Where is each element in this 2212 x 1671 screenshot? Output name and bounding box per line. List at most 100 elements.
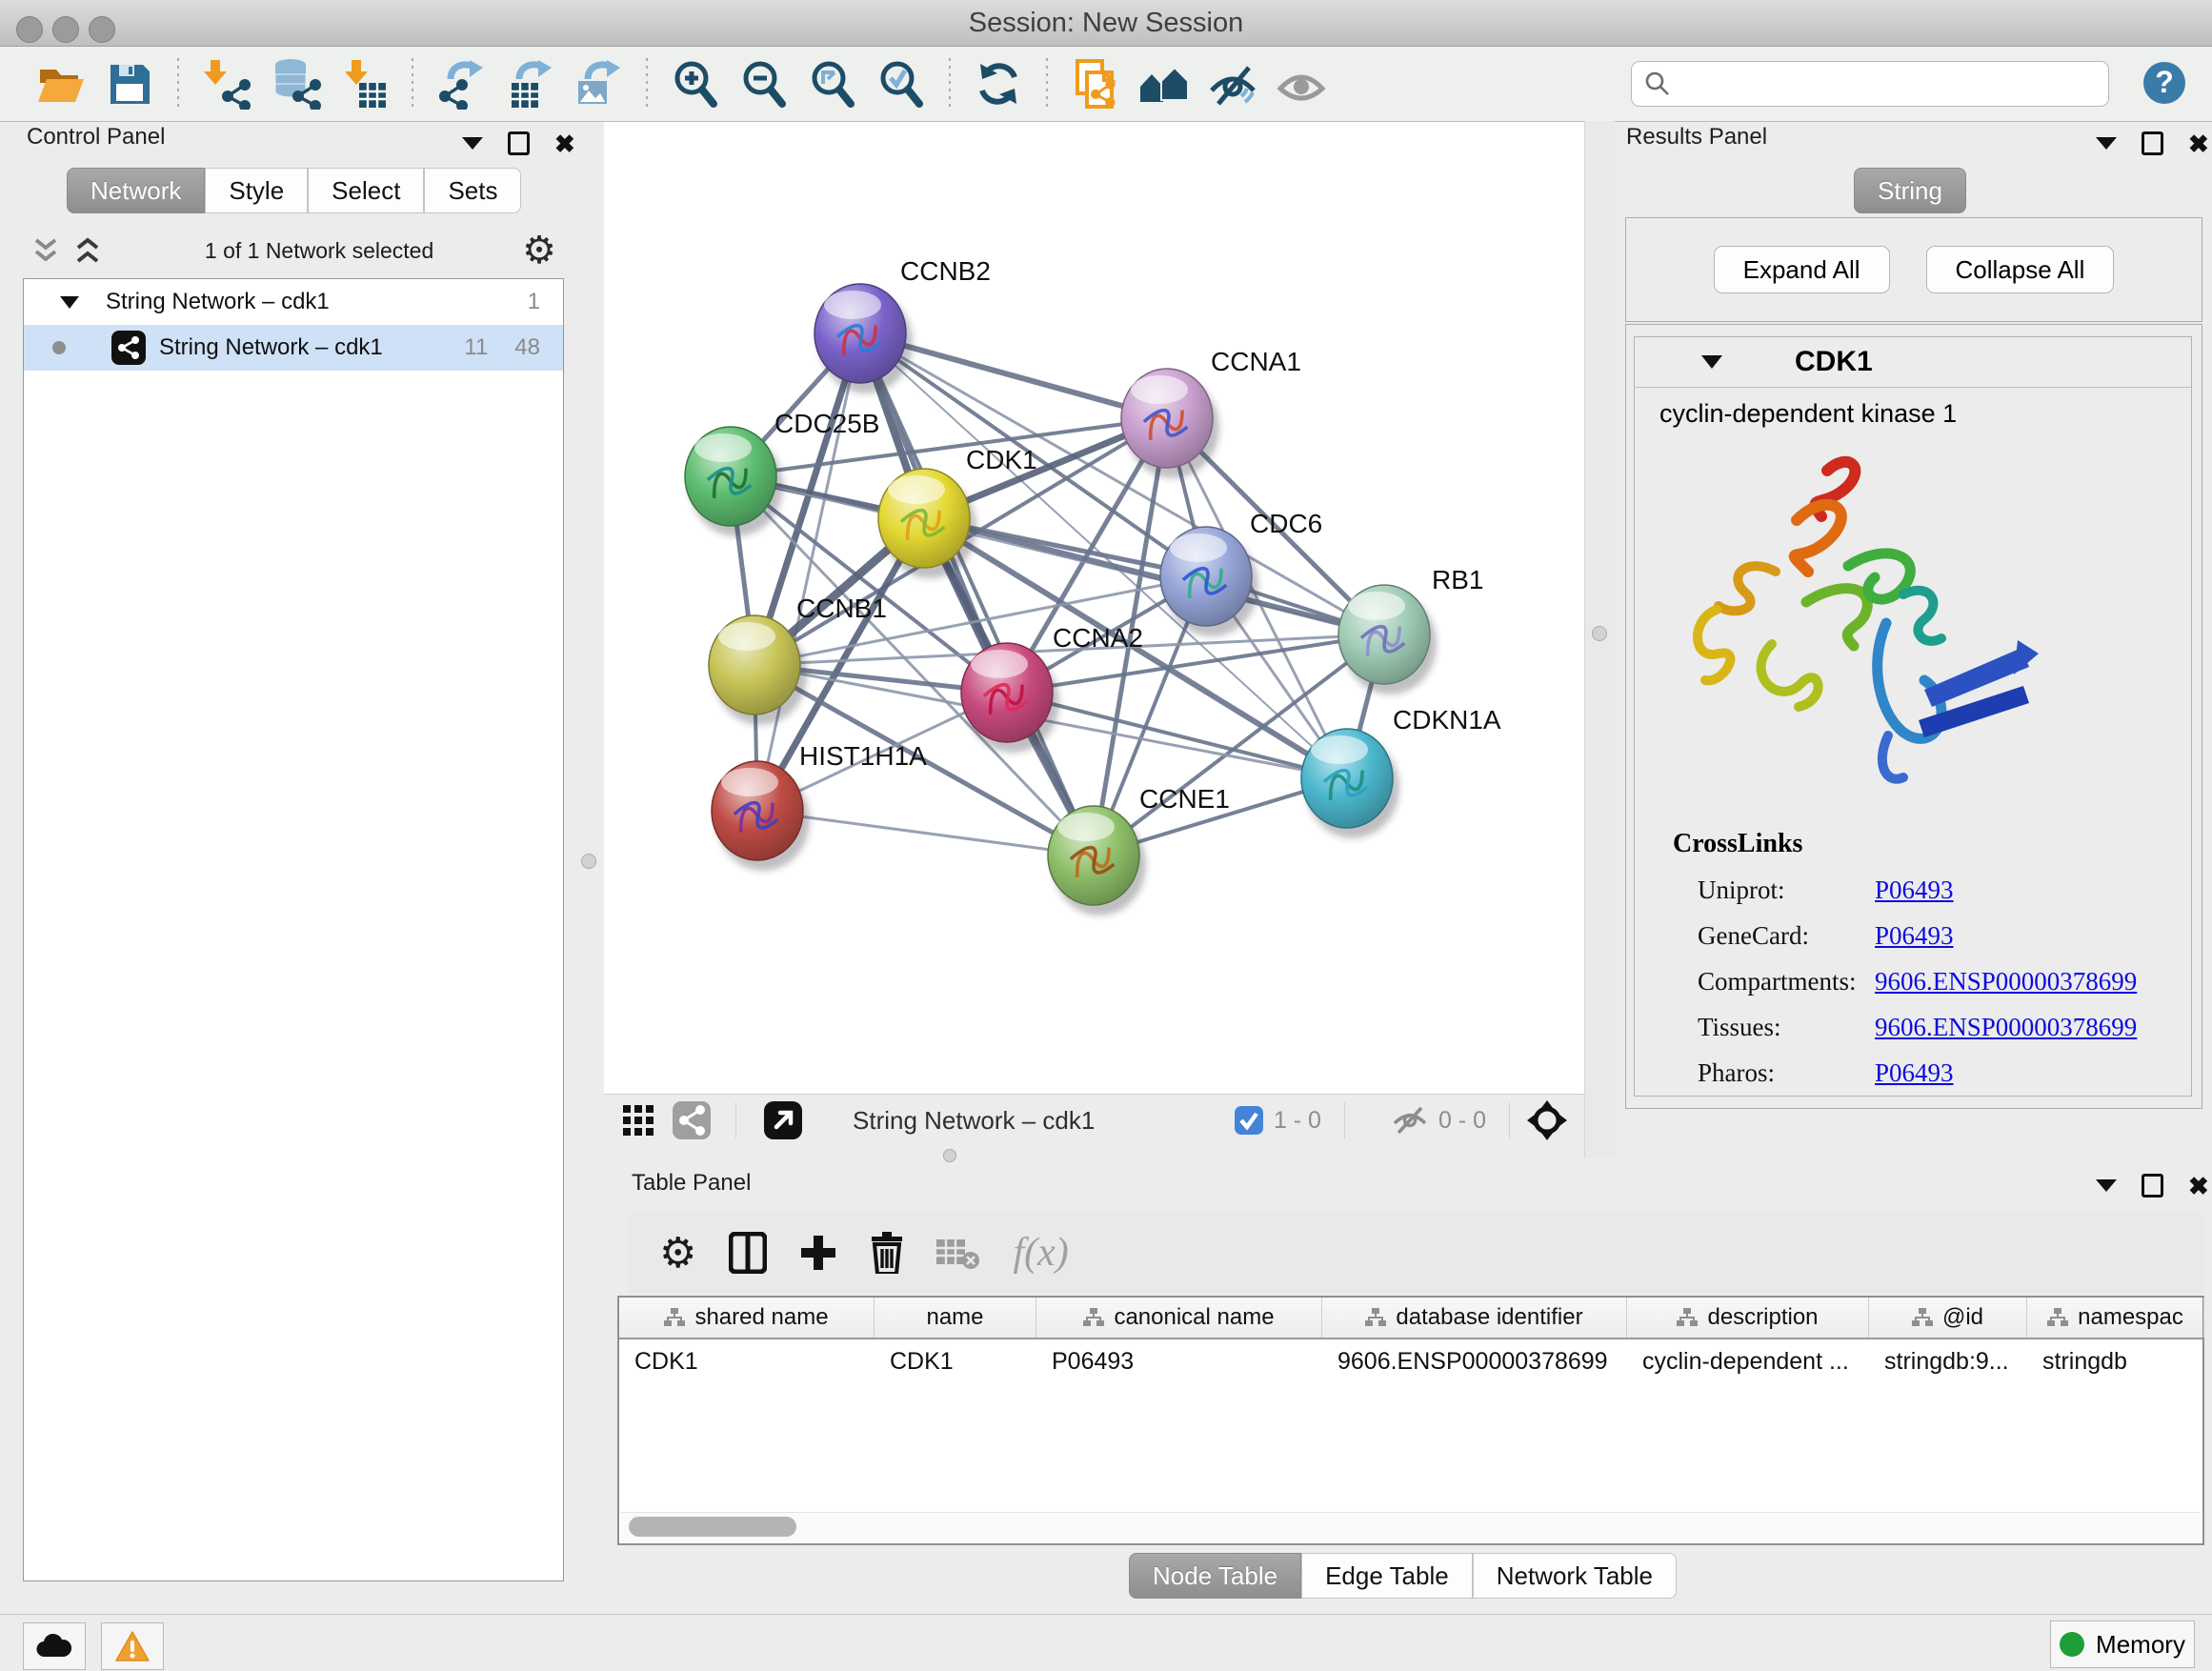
grid-view-icon[interactable] — [621, 1103, 655, 1137]
node-label: CCNB2 — [900, 256, 991, 286]
new-column-icon[interactable] — [799, 1234, 837, 1272]
network-edge[interactable] — [860, 333, 1094, 856]
open-file-icon[interactable] — [27, 53, 95, 114]
close-panel-icon[interactable]: ✖ — [554, 134, 575, 153]
scrollbar-thumb[interactable] — [629, 1517, 796, 1537]
zoom-selected-icon[interactable] — [867, 53, 935, 114]
node-table[interactable]: shared namenamecanonical namedatabase id… — [617, 1296, 2204, 1545]
app-window: Session: New Session ? Control Panel ✖ N… — [0, 0, 2212, 1671]
collapse-all-button[interactable]: Collapse All — [1926, 246, 2115, 293]
tab-sets[interactable]: Sets — [424, 168, 521, 213]
tab-node-table[interactable]: Node Table — [1129, 1553, 1301, 1599]
network-node[interactable]: HIST1H1A — [712, 741, 927, 860]
column-header-namespac[interactable]: namespac — [2027, 1298, 2204, 1338]
cloud-button[interactable] — [23, 1622, 86, 1670]
share-network-icon[interactable] — [673, 1101, 711, 1139]
show-columns-icon[interactable] — [729, 1232, 767, 1274]
network-collection-row[interactable]: String Network – cdk1 1 — [24, 279, 563, 325]
cell-canonical-name[interactable]: P06493 — [1036, 1348, 1322, 1376]
tab-network[interactable]: Network — [67, 168, 205, 213]
network-options-gear-icon[interactable]: ⚙ — [522, 229, 556, 272]
float-panel-icon[interactable] — [2096, 1179, 2117, 1192]
cell-description[interactable]: cyclin-dependent ... — [1627, 1348, 1869, 1376]
close-panel-icon[interactable]: ✖ — [2188, 1177, 2209, 1196]
selected-checkbox-icon[interactable] — [1234, 1105, 1264, 1136]
expand-all-button[interactable]: Expand All — [1714, 246, 1890, 293]
float-panel-icon[interactable] — [462, 137, 483, 150]
gene-entry-header[interactable]: CDK1 — [1635, 337, 2191, 388]
table-mode-gear-icon[interactable]: ⚙ — [659, 1229, 696, 1278]
close-panel-icon[interactable]: ✖ — [2188, 134, 2209, 153]
search-input[interactable] — [1679, 64, 2108, 104]
zoom-in-icon[interactable] — [661, 53, 730, 114]
import-network-icon[interactable] — [192, 53, 261, 114]
bottom-splitter-handle[interactable] — [943, 1149, 956, 1162]
column-header--id[interactable]: @id — [1869, 1298, 2027, 1338]
search-box[interactable] — [1631, 61, 2109, 107]
memory-button[interactable]: Memory — [2050, 1621, 2195, 1668]
tab-network-table[interactable]: Network Table — [1473, 1553, 1677, 1599]
maximize-panel-icon[interactable] — [2142, 1174, 2163, 1198]
collapse-arrow-icon[interactable] — [60, 296, 79, 309]
tab-style[interactable]: Style — [205, 168, 308, 213]
cell-database-identifier[interactable]: 9606.ENSP00000378699 — [1322, 1348, 1627, 1376]
refresh-view-icon[interactable] — [964, 53, 1033, 114]
export-table-icon[interactable] — [495, 53, 564, 114]
zoom-out-icon[interactable] — [730, 53, 798, 114]
fit-selected-icon[interactable] — [1525, 1098, 1569, 1142]
network-node[interactable]: RB1 — [1338, 565, 1483, 684]
column-header-description[interactable]: description — [1627, 1298, 1869, 1338]
crosslink-link[interactable]: P06493 — [1875, 876, 1954, 905]
open-in-window-icon[interactable] — [763, 1100, 803, 1140]
help-icon[interactable]: ? — [2142, 60, 2187, 106]
zoom-fit-icon[interactable] — [798, 53, 867, 114]
delete-column-icon[interactable] — [870, 1232, 904, 1274]
import-database-icon[interactable] — [261, 53, 330, 114]
duplicate-network-icon[interactable] — [1061, 53, 1130, 114]
network-canvas[interactable]: CCNB2CCNA1CDC25BCDK1CDC6RB1CCNB1CCNA2CDK… — [604, 122, 1584, 1094]
table-row[interactable]: CDK1CDK1P064939606.ENSP00000378699cyclin… — [619, 1339, 2202, 1383]
warnings-button[interactable] — [101, 1622, 164, 1670]
search-icon — [1643, 70, 1672, 98]
tab-edge-table[interactable]: Edge Table — [1301, 1553, 1473, 1599]
network-node[interactable]: CDC25B — [685, 409, 879, 526]
network-edge[interactable] — [757, 333, 860, 811]
crosslink-link[interactable]: P06493 — [1875, 921, 1954, 951]
right-splitter-handle[interactable] — [1592, 626, 1607, 641]
collapse-arrow-icon[interactable] — [1701, 355, 1722, 369]
cell--id[interactable]: stringdb:9... — [1869, 1348, 2027, 1376]
cell-namespac[interactable]: stringdb — [2027, 1348, 2204, 1376]
column-header-database-identifier[interactable]: database identifier — [1322, 1298, 1627, 1338]
maximize-panel-icon[interactable] — [2142, 131, 2163, 155]
collapse-all-networks-icon[interactable] — [74, 236, 101, 265]
tab-string[interactable]: String — [1854, 168, 1966, 213]
maximize-panel-icon[interactable] — [508, 131, 530, 155]
birdseye-view-icon[interactable] — [1130, 53, 1198, 114]
horizontal-scrollbar[interactable] — [621, 1512, 2201, 1541]
hide-selected-icon[interactable] — [1198, 53, 1267, 114]
cell-name[interactable]: CDK1 — [875, 1348, 1036, 1376]
cell-shared-name[interactable]: CDK1 — [619, 1348, 875, 1376]
tab-select[interactable]: Select — [308, 168, 424, 213]
float-panel-icon[interactable] — [2096, 137, 2117, 150]
network-node[interactable]: CDKN1A — [1301, 705, 1501, 828]
left-splitter-handle[interactable] — [581, 854, 596, 869]
node-label: CCNE1 — [1139, 784, 1230, 814]
right-splitter[interactable] — [1584, 121, 1615, 1158]
column-header-name[interactable]: name — [875, 1298, 1036, 1338]
crosslink-row: Uniprot:P06493 — [1673, 876, 2137, 905]
expand-all-networks-icon[interactable] — [32, 236, 59, 265]
save-session-icon[interactable] — [95, 53, 164, 114]
column-header-shared-name[interactable]: shared name — [619, 1298, 875, 1338]
network-row[interactable]: String Network – cdk1 11 48 — [24, 325, 563, 371]
table-panel-title: Table Panel — [632, 1170, 751, 1197]
crosslink-link[interactable]: P06493 — [1875, 1058, 1954, 1088]
crosslink-link[interactable]: 9606.ENSP00000378699 — [1875, 967, 2137, 997]
crosslink-link[interactable]: 9606.ENSP00000378699 — [1875, 1013, 2137, 1042]
column-header-canonical-name[interactable]: canonical name — [1036, 1298, 1322, 1338]
export-network-icon[interactable] — [427, 53, 495, 114]
results-actions: Expand All Collapse All — [1625, 217, 2202, 322]
export-image-icon[interactable] — [564, 53, 633, 114]
gene-entry-card: CDK1 cyclin-dependent kinase 1 — [1634, 336, 2192, 1097]
import-table-icon[interactable] — [330, 53, 398, 114]
